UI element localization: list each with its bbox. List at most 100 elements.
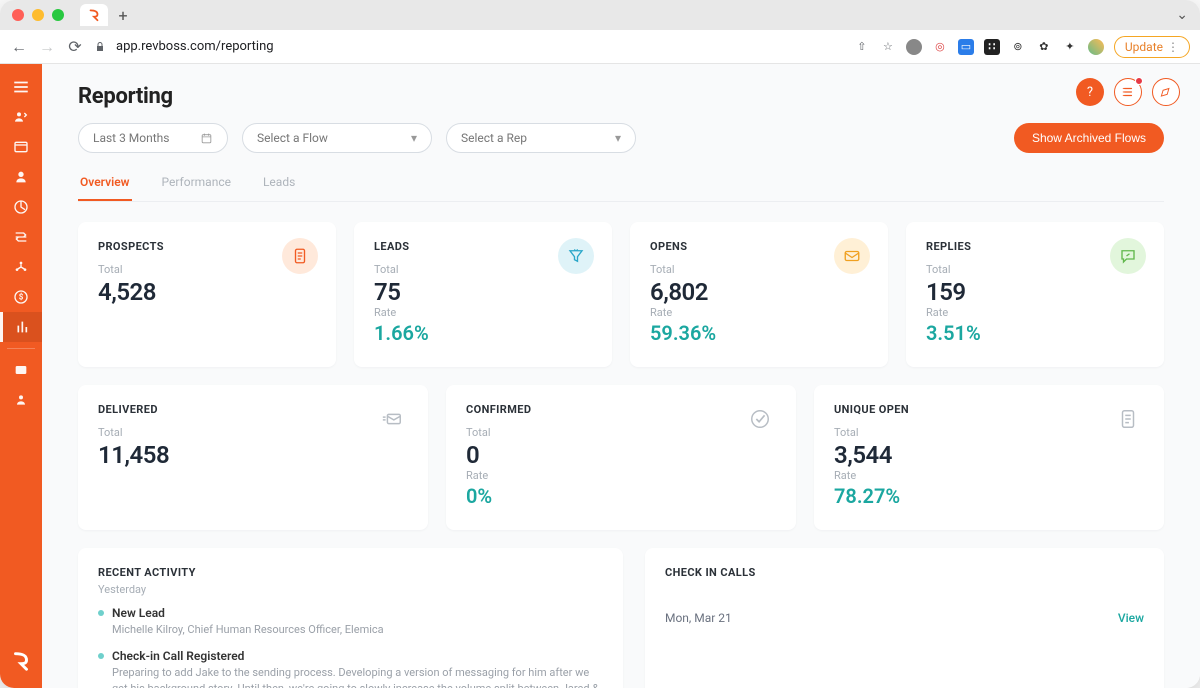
- sidebar-item-inbox[interactable]: [0, 355, 42, 385]
- extension-icon[interactable]: ∷: [984, 39, 1000, 55]
- filter-row: Last 3 Months Select a Flow ▾ Select a R…: [78, 123, 1164, 153]
- update-button[interactable]: Update⋮: [1114, 36, 1190, 58]
- hamburger-icon[interactable]: [0, 72, 42, 102]
- card-title: UNIQUE OPEN: [834, 403, 1144, 416]
- extension-icon[interactable]: [906, 39, 922, 55]
- help-button[interactable]: ?: [1076, 78, 1104, 106]
- card-leads: LEADS Total 75 Rate 1.66%: [354, 222, 612, 367]
- checkin-calls-panel: CHECK IN CALLS Mon, Mar 21 View: [645, 548, 1164, 688]
- sidebar-item-flows[interactable]: [0, 222, 42, 252]
- card-rate: 3.51%: [926, 321, 1144, 345]
- sidebar-item-account[interactable]: [0, 385, 42, 415]
- card-total-label: Total: [374, 263, 592, 276]
- activity-title: New Lead: [98, 606, 603, 620]
- back-button[interactable]: ←: [10, 37, 28, 57]
- card-value: 159: [926, 278, 1144, 306]
- flow-select-label: Select a Flow: [257, 131, 328, 145]
- card-title: CONFIRMED: [466, 403, 776, 416]
- report-tabs: Overview Performance Leads: [78, 167, 1164, 202]
- window-overflow-icon[interactable]: ⌄: [1176, 7, 1188, 23]
- panel-heading: RECENT ACTIVITY: [98, 566, 603, 579]
- card-rate: 59.36%: [650, 321, 868, 345]
- flow-select[interactable]: Select a Flow ▾: [242, 123, 432, 153]
- url-text[interactable]: app.revboss.com/reporting: [116, 39, 274, 54]
- sidebar-item-analytics[interactable]: [0, 192, 42, 222]
- card-total-label: Total: [650, 263, 868, 276]
- checkin-date: Mon, Mar 21: [665, 611, 732, 625]
- card-rate-label: Rate: [834, 469, 1144, 482]
- card-delivered: DELIVERED Total 11,458: [78, 385, 428, 530]
- bookmark-icon[interactable]: ☆: [880, 39, 896, 55]
- list-button[interactable]: [1114, 78, 1142, 106]
- card-value: 11,458: [98, 441, 408, 469]
- activity-item: Check-in Call Registered Preparing to ad…: [98, 649, 603, 688]
- activity-item: New Lead Michelle Kilroy, Chief Human Re…: [98, 606, 603, 639]
- avatar-icon[interactable]: [1088, 39, 1104, 55]
- card-value: 4,528: [98, 278, 316, 306]
- sidebar-item-reporting[interactable]: [0, 312, 42, 342]
- extension-icon[interactable]: ▭: [958, 39, 974, 55]
- card-rate-label: Rate: [374, 306, 592, 319]
- card-value: 6,802: [650, 278, 868, 306]
- card-rate: 78.27%: [834, 484, 1144, 508]
- mac-titlebar: + ⌄: [0, 0, 1200, 30]
- browser-tab-revboss[interactable]: [80, 4, 108, 26]
- date-range-label: Last 3 Months: [93, 131, 169, 145]
- checkin-view-link[interactable]: View: [1118, 611, 1144, 625]
- tab-leads[interactable]: Leads: [261, 167, 297, 201]
- extension-icon[interactable]: ⊚: [1010, 39, 1026, 55]
- mail-icon: [834, 238, 870, 274]
- forward-button[interactable]: →: [38, 37, 56, 57]
- notification-dot: [1135, 77, 1143, 85]
- card-confirmed: CONFIRMED Total 0 Rate 0%: [446, 385, 796, 530]
- card-unique-open: UNIQUE OPEN Total 3,544 Rate 78.27%: [814, 385, 1164, 530]
- sidebar-item-team[interactable]: [0, 252, 42, 282]
- card-total-label: Total: [834, 426, 1144, 439]
- card-prospects: PROSPECTS Total 4,528: [78, 222, 336, 367]
- chevron-down-icon: ▾: [411, 131, 417, 145]
- card-rate: 1.66%: [374, 321, 592, 345]
- card-total-label: Total: [98, 426, 408, 439]
- close-window-dot[interactable]: [12, 9, 24, 21]
- lock-icon: [94, 41, 106, 53]
- chevron-down-icon: ▾: [615, 131, 621, 145]
- extension-icon[interactable]: ✿: [1036, 39, 1052, 55]
- calendar-icon: [200, 132, 213, 145]
- tab-overview[interactable]: Overview: [78, 167, 132, 201]
- sidebar-divider: [7, 348, 35, 349]
- card-rate-label: Rate: [466, 469, 776, 482]
- reload-button[interactable]: ⟳: [66, 37, 84, 56]
- show-archived-button[interactable]: Show Archived Flows: [1014, 123, 1164, 153]
- page-icon: [1110, 401, 1146, 437]
- card-title: DELIVERED: [98, 403, 408, 416]
- revboss-logo-icon: [10, 650, 32, 672]
- metrics-row-2: DELIVERED Total 11,458 CONFIRMED Total 0…: [78, 385, 1164, 530]
- date-range-select[interactable]: Last 3 Months: [78, 123, 228, 153]
- sidebar-item-contacts[interactable]: [0, 162, 42, 192]
- card-rate: 0%: [466, 484, 776, 508]
- recent-activity-panel: RECENT ACTIVITY Yesterday New Lead Miche…: [78, 548, 623, 688]
- metrics-row-1: PROSPECTS Total 4,528 LEADS Total 75 Rat…: [78, 222, 1164, 367]
- card-value: 75: [374, 278, 592, 306]
- page-title: Reporting: [78, 84, 1164, 109]
- svg-text:$: $: [19, 293, 24, 302]
- share-icon[interactable]: ⇧: [854, 39, 870, 55]
- rep-select[interactable]: Select a Rep ▾: [446, 123, 636, 153]
- browser-address-bar: ← → ⟳ app.revboss.com/reporting ⇧ ☆ ◎ ▭ …: [0, 30, 1200, 64]
- sidebar-item-billing[interactable]: $: [0, 282, 42, 312]
- card-total-label: Total: [466, 426, 776, 439]
- card-value: 0: [466, 441, 776, 469]
- extension-icon[interactable]: ◎: [932, 39, 948, 55]
- rep-select-label: Select a Rep: [461, 131, 527, 145]
- extension-icon[interactable]: ✦: [1062, 39, 1078, 55]
- card-replies: REPLIES Total 159 Rate 3.51%: [906, 222, 1164, 367]
- new-tab-button[interactable]: +: [112, 4, 134, 26]
- maximize-window-dot[interactable]: [52, 9, 64, 21]
- tab-performance[interactable]: Performance: [160, 167, 233, 201]
- sidebar-item-prospects[interactable]: [0, 102, 42, 132]
- sidebar-item-campaigns[interactable]: [0, 132, 42, 162]
- minimize-window-dot[interactable]: [32, 9, 44, 21]
- activity-desc: Preparing to add Jake to the sending pro…: [112, 665, 603, 688]
- settings-button[interactable]: [1152, 78, 1180, 106]
- card-rate-label: Rate: [650, 306, 868, 319]
